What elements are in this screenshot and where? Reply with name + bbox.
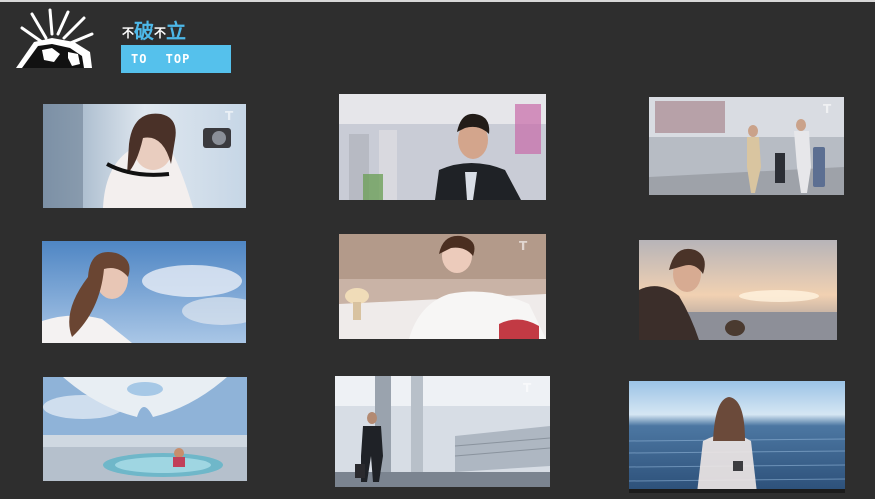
gallery-thumbnail-3[interactable]: T bbox=[649, 97, 844, 195]
gallery-thumbnail-1[interactable]: T bbox=[43, 104, 246, 208]
watermark-text: T bbox=[519, 239, 528, 253]
man-in-suit-terminal-image bbox=[339, 94, 546, 200]
woman-facing-ocean-image bbox=[629, 381, 845, 493]
fist-logo-icon bbox=[12, 8, 108, 72]
brand-title: 不 破 不 立 bbox=[122, 14, 186, 42]
family-walking-terminal-image: T bbox=[649, 97, 844, 195]
page: 不 破 不 立 TO TOP T T T T bbox=[0, 0, 875, 499]
man-walking-with-luggage-image: T bbox=[335, 376, 550, 487]
woman-writing-on-bed-image: T bbox=[339, 234, 546, 339]
woman-looking-up-sky-image bbox=[42, 241, 246, 343]
watermark-text: T bbox=[823, 102, 832, 116]
gallery-thumbnail-5[interactable]: T bbox=[339, 234, 546, 339]
gallery-thumbnail-4[interactable] bbox=[42, 241, 246, 343]
watermark-text: T bbox=[523, 381, 532, 395]
gallery-thumbnail-9[interactable] bbox=[629, 381, 845, 493]
gallery-thumbnail-8[interactable]: T bbox=[335, 376, 550, 487]
ship-deck-hot-tub-image bbox=[43, 377, 247, 481]
to-top-button[interactable]: TO TOP bbox=[121, 45, 231, 73]
watermark-text: T bbox=[225, 109, 234, 123]
woman-at-sunset-image bbox=[639, 240, 837, 340]
gallery-thumbnail-2[interactable] bbox=[339, 94, 546, 200]
gallery-thumbnail-6[interactable] bbox=[639, 240, 837, 340]
brand-char-4: 立 bbox=[166, 19, 187, 43]
brand-char-2: 破 bbox=[134, 19, 155, 43]
brand-char-1: 不 bbox=[122, 26, 135, 40]
brand-char-3: 不 bbox=[154, 26, 167, 40]
woman-with-camera-image: T bbox=[43, 104, 246, 208]
gallery-thumbnail-7[interactable] bbox=[43, 377, 247, 481]
